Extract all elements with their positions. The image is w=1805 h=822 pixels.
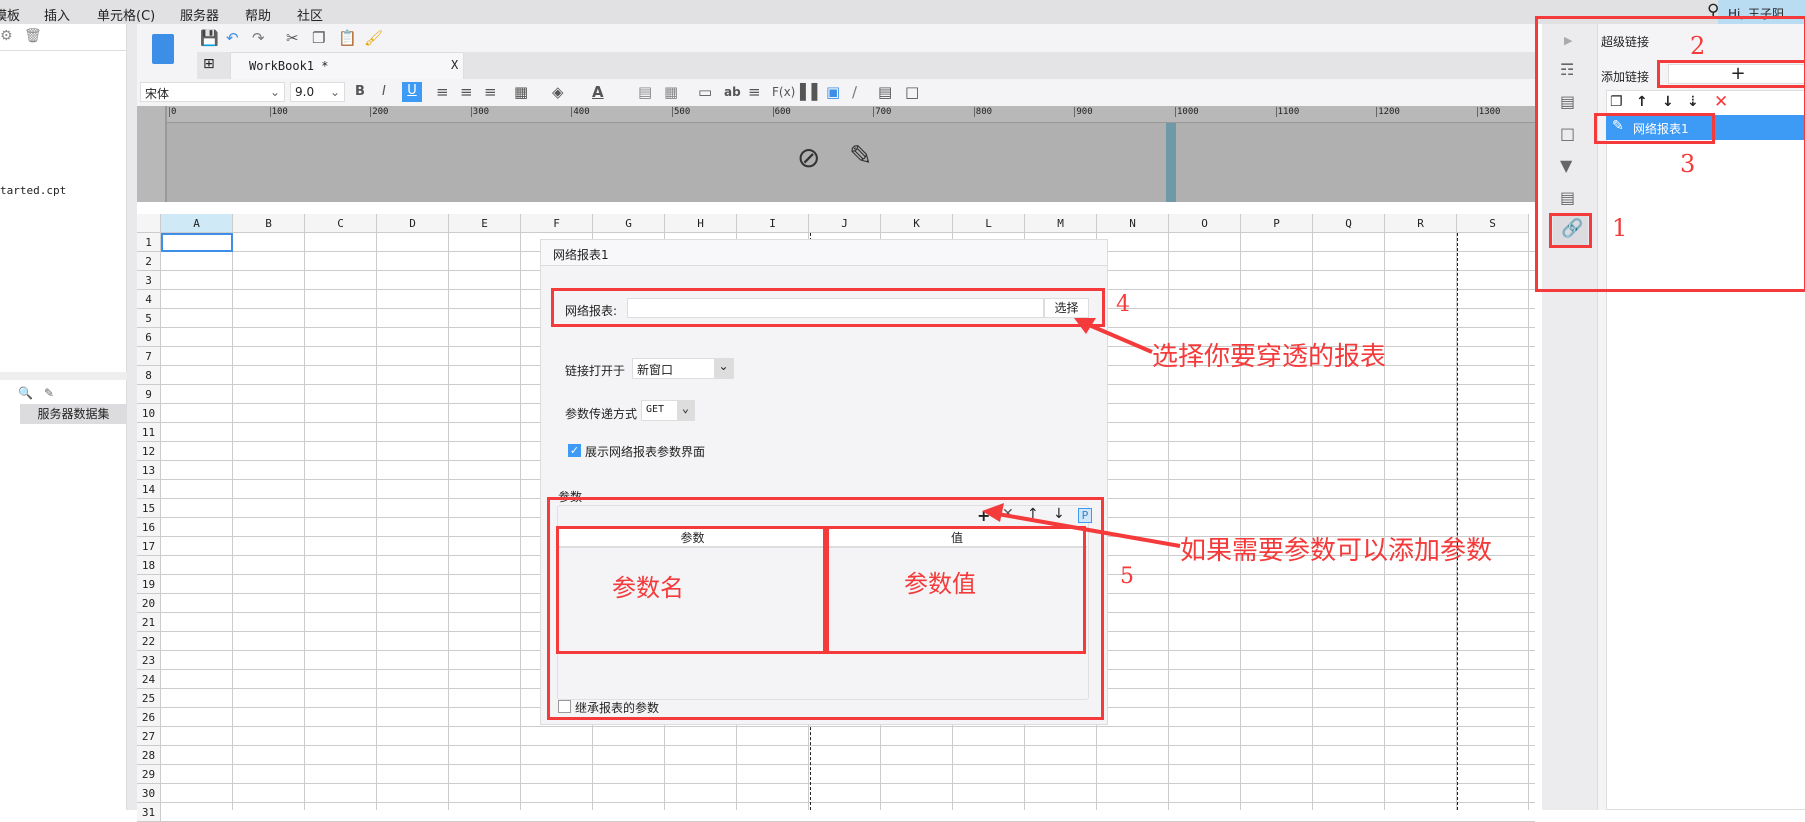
arrow-head-param: [982, 503, 1004, 522]
annotation-arrows: [982, 318, 1181, 548]
arrow-param: [991, 511, 1181, 548]
arrow-choose: [1081, 320, 1153, 354]
